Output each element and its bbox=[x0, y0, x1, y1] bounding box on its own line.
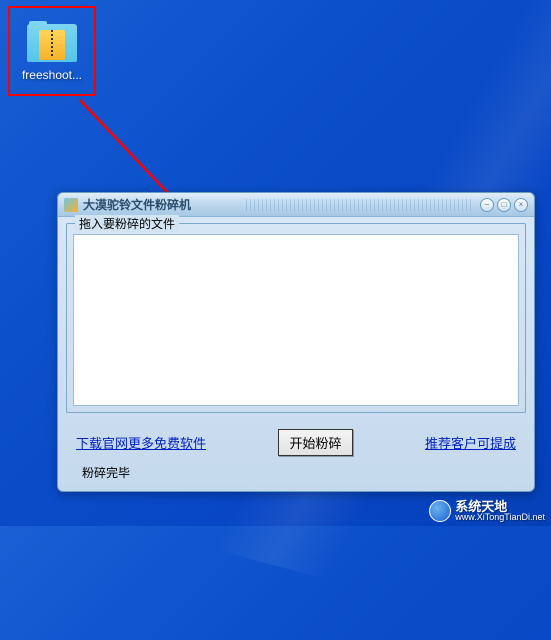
maximize-button[interactable]: □ bbox=[497, 198, 511, 212]
bottom-toolbar: 下载官网更多免费软件 开始粉碎 推荐客户可提成 bbox=[66, 425, 526, 459]
file-drop-area[interactable] bbox=[73, 234, 519, 406]
recommend-link[interactable]: 推荐客户可提成 bbox=[425, 433, 516, 452]
watermark-logo-icon bbox=[429, 500, 451, 522]
app-icon bbox=[64, 198, 78, 212]
minimize-button[interactable]: − bbox=[480, 198, 494, 212]
drop-groupbox: 拖入要粉碎的文件 bbox=[66, 223, 526, 413]
start-shred-button[interactable]: 开始粉碎 bbox=[278, 429, 352, 456]
close-button[interactable]: × bbox=[514, 198, 528, 212]
groupbox-label: 拖入要粉碎的文件 bbox=[75, 215, 179, 232]
watermark: 系统天地 www.XiTongTianDi.net bbox=[429, 500, 545, 522]
desktop-icon-label: freeshoot... bbox=[22, 68, 82, 82]
download-link[interactable]: 下载官网更多免费软件 bbox=[76, 433, 206, 452]
desktop-icon-highlight: freeshoot... bbox=[8, 6, 96, 96]
zip-file-icon[interactable] bbox=[26, 20, 78, 64]
window-title: 大漠驼铃文件粉碎机 bbox=[83, 196, 235, 213]
title-bar-decoration bbox=[243, 199, 472, 211]
status-text: 粉碎完毕 bbox=[82, 464, 130, 481]
title-bar[interactable]: 大漠驼铃文件粉碎机 − □ × bbox=[58, 193, 534, 217]
watermark-url: www.XiTongTianDi.net bbox=[455, 513, 545, 522]
app-window: 大漠驼铃文件粉碎机 − □ × 拖入要粉碎的文件 下载官网更多免费软件 开始粉碎… bbox=[57, 192, 535, 492]
